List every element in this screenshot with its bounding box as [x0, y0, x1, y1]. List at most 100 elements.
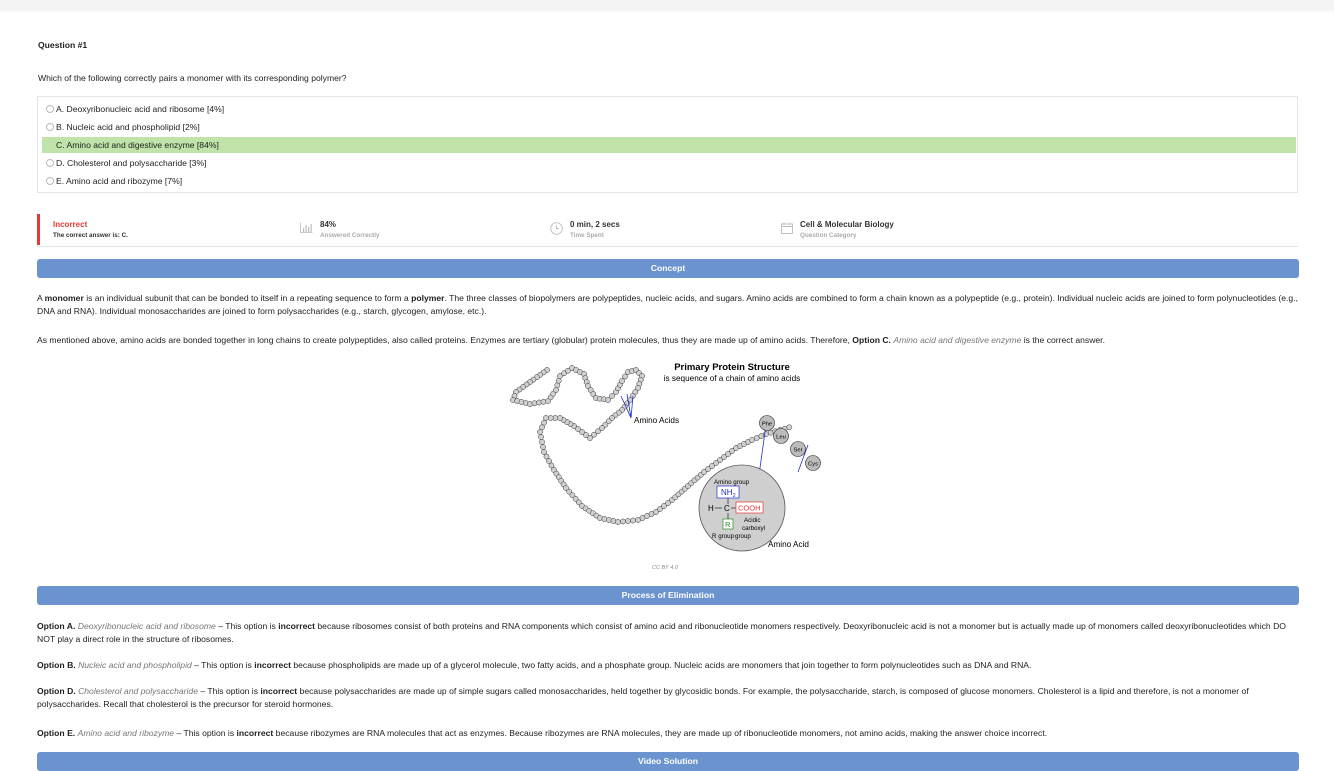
- acidic-label-2: carboxyl: [742, 525, 765, 532]
- option-label: B. Nucleic acid and phospholipid [2%]: [56, 122, 200, 132]
- amino-acid-bead: [605, 397, 611, 403]
- verdict: incorrect: [236, 728, 274, 738]
- verdict: incorrect: [278, 621, 316, 631]
- option-name: Cholesterol and polysaccharide: [78, 686, 198, 696]
- amino-acid-bead: [786, 424, 793, 431]
- amino-acid-bead: [539, 439, 545, 445]
- diagram-subtitle: is sequence of a chain of amino acids: [664, 374, 801, 383]
- amino-acid-bead: [557, 415, 563, 421]
- text: As mentioned above, amino acids are bond…: [37, 335, 853, 345]
- amino-acid-bead: [543, 415, 549, 421]
- category-label: Question Category: [800, 232, 857, 239]
- time-label: Time Spent: [570, 232, 604, 239]
- hydrogen-label: H: [708, 504, 714, 513]
- amino-acid-bead: [537, 429, 543, 435]
- category-value: Cell & Molecular Biology: [800, 220, 894, 229]
- concept-paragraph-2: As mentioned above, amino acids are bond…: [37, 334, 1299, 347]
- text: – This option is: [191, 660, 255, 670]
- radio-icon[interactable]: [46, 122, 54, 131]
- option-ref: Option E.: [37, 728, 76, 738]
- calendar-icon: [781, 222, 793, 234]
- radio-icon[interactable]: [46, 158, 54, 167]
- amino-acid-bead: [539, 424, 545, 431]
- option-label: C. Amino acid and digestive enzyme [84%]: [56, 140, 219, 150]
- amino-acid-bead: [555, 377, 562, 384]
- radio-icon[interactable]: [46, 104, 54, 113]
- video-solution-header[interactable]: Video Solution: [37, 752, 1299, 771]
- option-ref: Option D.: [37, 686, 76, 696]
- amino-acid-detail: Amino group NH2 H C COOH R R group Acidi…: [698, 464, 786, 552]
- radio-icon[interactable]: [46, 176, 54, 185]
- residue-phe: Phe: [762, 422, 772, 428]
- elimination-option-d: Option D. Cholesterol and polysaccharide…: [37, 685, 1299, 710]
- bar-chart-icon: [300, 222, 313, 233]
- option-ref: Option B.: [37, 660, 76, 670]
- amino-acid-bead: [538, 434, 544, 440]
- text: A: [37, 293, 45, 303]
- question-text: Which of the following correctly pairs a…: [38, 73, 347, 83]
- text: is an individual subunit that can be bon…: [83, 293, 412, 303]
- text: – This option is: [197, 686, 261, 696]
- option-label: E. Amino acid and ribozyme [7%]: [56, 176, 183, 186]
- option-ref: Option A.: [37, 621, 76, 631]
- answer-options: A. Deoxyribonucleic acid and ribosome [4…: [37, 96, 1298, 193]
- residue-leu: Leu: [776, 435, 786, 441]
- cooh-label: COOH: [738, 504, 761, 513]
- clock-icon: [550, 222, 563, 235]
- option-a[interactable]: A. Deoxyribonucleic acid and ribosome [4…: [42, 101, 1296, 117]
- concept-header: Concept: [37, 259, 1299, 278]
- text: – This option is: [174, 728, 237, 738]
- term-polymer: polymer: [411, 293, 445, 303]
- amino-acid-bead: [622, 373, 628, 380]
- acidic-label-1: Acidic: [744, 517, 761, 524]
- amino-acid-bead: [630, 517, 636, 524]
- percent-label: Answered Correctly: [320, 232, 380, 239]
- elimination-option-e: Option E. Amino acid and ribozyme – This…: [37, 727, 1299, 740]
- amino-acid-bead: [758, 433, 765, 439]
- option-e[interactable]: E. Amino acid and ribozyme [7%]: [42, 173, 1296, 189]
- text: is the correct answer.: [1021, 335, 1105, 345]
- top-bar: [0, 0, 1334, 10]
- option-c[interactable]: C. Amino acid and digestive enzyme [84%]: [42, 137, 1296, 153]
- question-title: Question #1: [38, 40, 88, 50]
- amino-acid-label: Amino Acid: [768, 540, 809, 549]
- percent-stat: 84% Answered Correctly: [300, 220, 380, 239]
- option-d[interactable]: D. Cholesterol and polysaccharide [3%]: [42, 155, 1296, 171]
- elimination-header: Process of Elimination: [37, 586, 1299, 605]
- option-b[interactable]: B. Nucleic acid and phospholipid [2%]: [42, 119, 1296, 135]
- elimination-option-a: Option A. Deoxyribonucleic acid and ribo…: [37, 620, 1299, 645]
- option-label: D. Cholesterol and polysaccharide [3%]: [56, 158, 207, 168]
- diagram-title: Primary Protein Structure: [674, 362, 790, 373]
- amino-acid-bead: [620, 518, 626, 525]
- percent-value: 84%: [320, 220, 337, 229]
- option-name: Amino acid and ribozyme: [77, 728, 175, 738]
- amino-acid-bead: [749, 437, 755, 443]
- concept-paragraph-1: A monomer is an individual subunit that …: [37, 292, 1299, 317]
- amino-acid-bead: [619, 378, 625, 384]
- amino-acid-bead: [625, 518, 631, 524]
- time-stat: 0 min, 2 secs Time Spent: [550, 220, 620, 239]
- text: because ribozymes are RNA molecules that…: [273, 728, 1048, 738]
- text: – This option is: [215, 621, 279, 631]
- time-value: 0 min, 2 secs: [570, 220, 620, 229]
- amino-acids-label: Amino Acids: [634, 416, 679, 425]
- r-group-label: R group: [712, 533, 735, 540]
- option-name: Amino acid and digestive enzyme: [893, 335, 1022, 345]
- term-monomer: monomer: [44, 293, 84, 303]
- r-label: R: [725, 520, 731, 529]
- acidic-label-3: group: [735, 533, 751, 540]
- verdict: incorrect: [260, 686, 298, 696]
- labeled-residues: Phe Leu Ser Cys: [759, 415, 821, 471]
- category-stat: Cell & Molecular Biology Question Catego…: [781, 220, 894, 239]
- result-detail: The correct answer is: C.: [53, 232, 128, 239]
- protein-structure-diagram: Primary Protein Structure is sequence of…: [510, 362, 821, 552]
- option-name: Nucleic acid and phospholipid: [78, 660, 192, 670]
- option-label: A. Deoxyribonucleic acid and ribosome [4…: [56, 104, 225, 114]
- amino-acid-bead: [609, 393, 615, 399]
- result-stats: Incorrect The correct answer is: C. 84% …: [37, 214, 1298, 247]
- option-name: Deoxyribonucleic acid and ribosome: [77, 621, 216, 631]
- result-stat: Incorrect The correct answer is: C.: [53, 220, 128, 239]
- amino-acid-bead: [553, 387, 559, 393]
- result-value: Incorrect: [53, 220, 88, 229]
- result-indicator: [37, 214, 40, 245]
